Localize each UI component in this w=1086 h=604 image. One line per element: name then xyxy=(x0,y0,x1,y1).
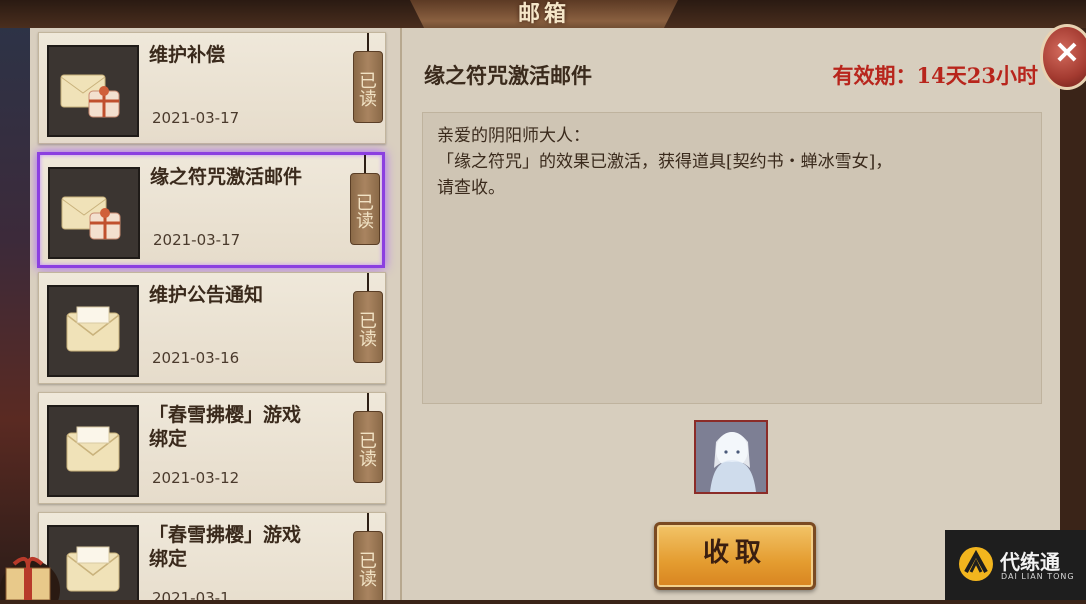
gift-envelope-icon xyxy=(48,167,140,259)
read-status: 已读 xyxy=(353,291,383,363)
envelope-icon xyxy=(47,405,139,497)
gift-box-icon[interactable] xyxy=(0,548,70,604)
mail-title: 缘之符咒激活邮件 xyxy=(150,166,303,188)
mail-item[interactable]: 维护补偿 2021-03-17 已读 xyxy=(38,32,386,144)
watermark-logo-icon xyxy=(958,546,994,586)
mail-list[interactable]: 维护补偿 2021-03-17 已读 缘之符咒激活邮件 2021-03-17 已… xyxy=(30,28,403,600)
read-tag: 已读 xyxy=(353,273,383,367)
mail-item[interactable]: 「春雪拂樱」游戏 绑定 2021-03-12 已读 xyxy=(38,392,386,504)
mail-title: 维护补偿 xyxy=(149,44,226,66)
window-title: 邮箱 xyxy=(517,1,570,27)
background-scenery xyxy=(0,0,30,600)
mail-date: 2021-03-12 xyxy=(152,469,240,487)
watermark-name: 代练通 xyxy=(1000,550,1060,574)
mail-detail-title: 缘之符咒激活邮件 xyxy=(424,63,592,88)
read-status: 已读 xyxy=(353,51,383,123)
envelope-icon xyxy=(47,285,139,377)
read-tag: 已读 xyxy=(353,393,383,487)
mail-body-text: 亲爱的阴阳师大人： 「缘之符咒」的效果已激活，获得道具[契约书・蝉冰雪女]， 请… xyxy=(437,126,893,198)
mail-date: 2021-03-16 xyxy=(152,349,240,367)
mail-item-selected[interactable]: 缘之符咒激活邮件 2021-03-17 已读 xyxy=(37,152,385,268)
read-tag: 已读 xyxy=(353,513,383,600)
read-status: 已读 xyxy=(350,173,380,245)
watermark-subtitle: DAI LIAN TONG xyxy=(1001,572,1075,581)
close-icon[interactable]: ✕ xyxy=(1040,24,1086,90)
mail-item[interactable]: 「春雪拂樱」游戏 绑定 2021-03-1 已读 xyxy=(38,512,386,600)
read-status: 已读 xyxy=(353,531,383,600)
mail-date: 2021-03-1 xyxy=(152,589,230,600)
gift-envelope-icon xyxy=(47,45,139,137)
mail-body-box: 亲爱的阴阳师大人： 「缘之符咒」的效果已激活，获得道具[契约书・蝉冰雪女]， 请… xyxy=(422,112,1042,404)
mail-title: 「春雪拂樱」游戏 绑定 xyxy=(149,524,302,570)
collect-button[interactable]: 收取 xyxy=(654,522,816,590)
read-tag: 已读 xyxy=(350,155,380,249)
mail-title: 「春雪拂樱」游戏 绑定 xyxy=(149,404,302,450)
read-status: 已读 xyxy=(353,411,383,483)
read-tag: 已读 xyxy=(353,33,383,127)
mail-title: 维护公告通知 xyxy=(149,284,264,306)
mail-date: 2021-03-17 xyxy=(152,109,240,127)
mail-item[interactable]: 维护公告通知 2021-03-16 已读 xyxy=(38,272,386,384)
snow-maiden-portrait-icon[interactable] xyxy=(694,420,768,494)
mail-date: 2021-03-17 xyxy=(153,231,241,249)
validity-label: 有效期：14天23小时 xyxy=(832,63,1038,88)
mail-detail: 缘之符咒激活邮件 有效期：14天23小时 亲爱的阴阳师大人： 「缘之符咒」的效果… xyxy=(402,28,1060,600)
